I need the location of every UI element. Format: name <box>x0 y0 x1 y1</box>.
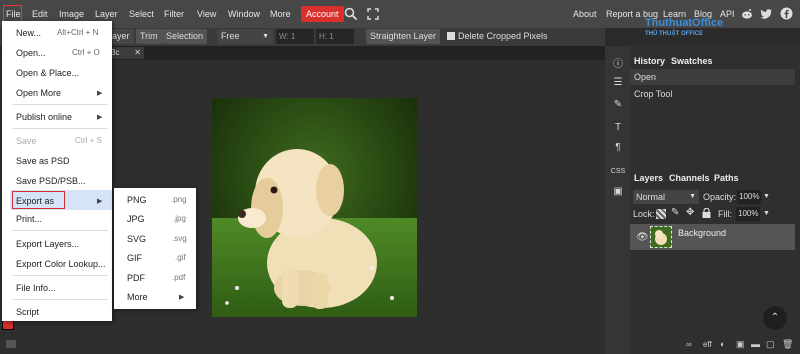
menu-divider <box>12 104 108 105</box>
submenu-arrow-icon: ▶ <box>179 294 185 301</box>
scroll-top-button[interactable]: ⌃ <box>763 306 787 330</box>
tab-paths[interactable]: Paths <box>714 172 739 185</box>
export-jpg-ext: .jpg <box>173 214 186 223</box>
effects-icon[interactable]: eff <box>703 340 712 349</box>
menu-divider <box>12 299 108 300</box>
export-more[interactable]: More <box>127 292 148 302</box>
menu-item-open[interactable]: Open... <box>16 48 46 58</box>
twitter-icon[interactable] <box>760 8 773 20</box>
file-menu <box>2 21 112 321</box>
folder-icon[interactable]: ▬ <box>751 339 760 349</box>
menu-select[interactable]: Select <box>129 0 154 28</box>
export-png[interactable]: PNG <box>127 195 147 205</box>
menu-window[interactable]: Window <box>228 0 260 28</box>
export-svg-ext: .svg <box>172 234 187 243</box>
menu-item-print[interactable]: Print... <box>16 214 42 224</box>
submenu-arrow-icon: ▶ <box>97 114 103 121</box>
mask-icon[interactable]: ▣ <box>736 339 745 350</box>
new-layer-icon[interactable]: ▢ <box>766 339 775 350</box>
menu-filter[interactable]: Filter <box>164 0 184 28</box>
brush-icon[interactable]: ✎ <box>610 99 626 110</box>
menu-divider <box>12 275 108 276</box>
export-svg[interactable]: SVG <box>127 234 146 244</box>
export-jpg[interactable]: JPG <box>127 214 145 224</box>
properties-icon[interactable]: ☰ <box>610 77 626 88</box>
shortcut-save: Ctrl + S <box>75 136 102 145</box>
export-pdf-ext: .pdf <box>172 273 186 282</box>
menu-item-file-info[interactable]: File Info... <box>16 283 56 293</box>
reddit-icon[interactable] <box>741 8 753 20</box>
menu-item-save-psd[interactable]: Save as PSD <box>16 156 70 166</box>
menu-item-new[interactable]: New... <box>16 28 41 38</box>
shortcut-new: Alt+Ctrl + N <box>57 28 99 37</box>
export-gif-ext: .gif <box>175 253 186 262</box>
link-icon[interactable]: ∞ <box>686 340 692 349</box>
tab-channels[interactable]: Channels <box>669 172 710 185</box>
fullscreen-icon[interactable] <box>367 8 379 20</box>
menu-divider <box>12 230 108 231</box>
export-pdf[interactable]: PDF <box>127 273 145 283</box>
menu-more[interactable]: More <box>270 0 291 28</box>
export-png-ext: .png <box>171 195 187 204</box>
layers-icon[interactable] <box>6 340 16 348</box>
tab-layers[interactable]: Layers <box>634 172 663 185</box>
menu-item-open-more[interactable]: Open More <box>16 88 61 98</box>
character-icon[interactable]: T <box>610 122 626 133</box>
menu-item-export-layers[interactable]: Export Layers... <box>16 239 79 249</box>
export-submenu <box>114 188 196 309</box>
menu-item-export-as[interactable]: Export as <box>16 196 54 206</box>
menu-divider <box>12 128 108 129</box>
menu-item-publish[interactable]: Publish online <box>16 112 72 122</box>
menu-item-script[interactable]: Script <box>16 307 39 317</box>
menu-item-save[interactable]: Save <box>16 136 37 146</box>
facebook-icon[interactable] <box>780 7 793 20</box>
shortcut-open: Ctrl + O <box>72 48 100 57</box>
adjustment-icon[interactable]: ◐ <box>720 339 725 349</box>
submenu-arrow-icon: ▶ <box>97 90 103 97</box>
info-icon[interactable]: ⓘ <box>610 55 626 70</box>
menu-item-open-place[interactable]: Open & Place... <box>16 68 79 78</box>
menu-view[interactable]: View <box>197 0 216 28</box>
account-button[interactable]: Account <box>301 6 344 22</box>
menu-item-save-psd-psb[interactable]: Save PSD/PSB... <box>16 176 86 186</box>
menu-about[interactable]: About <box>573 0 597 28</box>
history-item-open[interactable]: Open <box>630 69 795 85</box>
menu-item-export-color-lookup[interactable]: Export Color Lookup... <box>16 259 106 269</box>
search-icon[interactable] <box>344 7 358 21</box>
export-gif[interactable]: GIF <box>127 253 142 263</box>
css-icon[interactable]: CSS <box>610 168 626 175</box>
delete-icon[interactable]: 🗑 <box>782 339 793 350</box>
canvas-image[interactable] <box>212 98 417 317</box>
